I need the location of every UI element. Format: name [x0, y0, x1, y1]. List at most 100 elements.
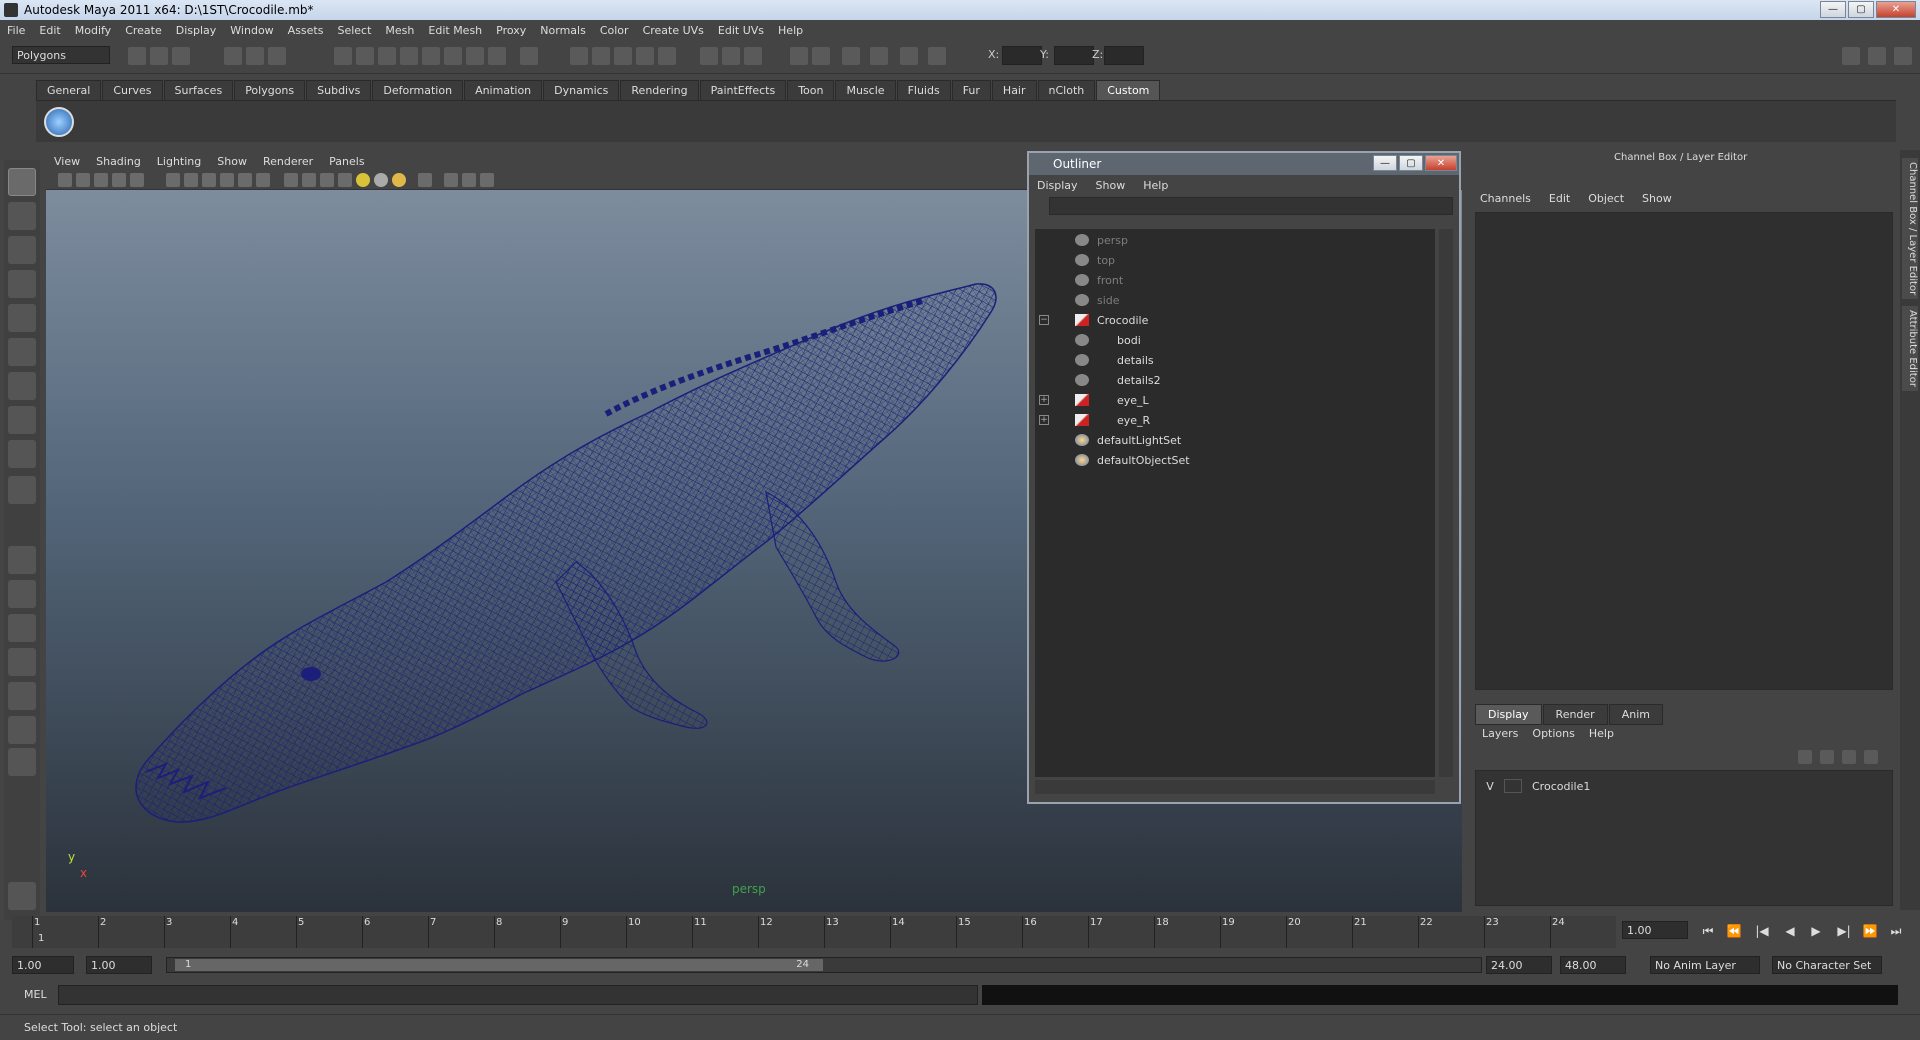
- menu-edit[interactable]: Edit: [32, 24, 67, 37]
- tool-settings-icon[interactable]: [790, 47, 808, 65]
- shelf-tab-fur[interactable]: Fur: [951, 80, 991, 100]
- cb-menu-edit[interactable]: Edit: [1549, 192, 1570, 205]
- hypershade-layout-icon[interactable]: [8, 682, 36, 710]
- outliner-close-button[interactable]: ✕: [1425, 155, 1457, 171]
- playback-end-field[interactable]: 24.00: [1486, 956, 1552, 974]
- shelf-tab-ncloth[interactable]: nCloth: [1037, 80, 1096, 100]
- close-button[interactable]: ✕: [1876, 1, 1916, 18]
- history-icon[interactable]: [444, 47, 462, 65]
- new-scene-icon[interactable]: [128, 47, 146, 65]
- single-pane-layout-icon[interactable]: [8, 546, 36, 574]
- list-item[interactable]: side: [1075, 291, 1120, 309]
- select-component-icon[interactable]: [268, 47, 286, 65]
- shelf-tab-dynamics[interactable]: Dynamics: [543, 80, 620, 100]
- render-view-icon[interactable]: [570, 47, 588, 65]
- shelf-tab-rendering[interactable]: Rendering: [620, 80, 699, 100]
- new-layer-selected-icon[interactable]: [1864, 750, 1878, 764]
- graph-editor-icon[interactable]: [870, 47, 888, 65]
- open-scene-icon[interactable]: [150, 47, 168, 65]
- cb-menu-channels[interactable]: Channels: [1480, 192, 1531, 205]
- side-tab-channel-box[interactable]: Channel Box / Layer Editor: [1902, 158, 1918, 300]
- collapse-toggle[interactable]: −: [1039, 315, 1049, 325]
- layer-tab-anim[interactable]: Anim: [1608, 704, 1663, 725]
- layer-tab-render[interactable]: Render: [1542, 704, 1608, 725]
- anim-layer-select[interactable]: No Anim Layer: [1650, 956, 1760, 974]
- manipulator-tool-icon[interactable]: [8, 372, 36, 400]
- menu-edit-mesh[interactable]: Edit Mesh: [421, 24, 489, 37]
- list-item[interactable]: details2: [1075, 371, 1161, 389]
- construction-history-icon[interactable]: [488, 47, 506, 65]
- expand-toggle[interactable]: +: [1039, 395, 1049, 405]
- layer-name[interactable]: Crocodile1: [1532, 780, 1590, 793]
- list-item[interactable]: defaultLightSet: [1075, 431, 1181, 449]
- outliner-menu-help[interactable]: Help: [1143, 179, 1168, 192]
- list-item[interactable]: top: [1075, 251, 1115, 269]
- menu-set-selector[interactable]: Polygons: [12, 46, 110, 64]
- list-item[interactable]: eye_R: [1075, 411, 1150, 429]
- menu-window[interactable]: Window: [223, 24, 280, 37]
- shelf-tab-fluids[interactable]: Fluids: [896, 80, 951, 100]
- numeric-input-icon[interactable]: [928, 47, 946, 65]
- x-input[interactable]: [1002, 46, 1042, 65]
- graph-layout-icon[interactable]: [8, 648, 36, 676]
- menu-file[interactable]: File: [0, 24, 32, 37]
- show-manipulator-icon[interactable]: [8, 440, 36, 468]
- shelf-tab-hair[interactable]: Hair: [991, 80, 1037, 100]
- check-icon[interactable]: [44, 107, 74, 137]
- show-tool-settings-icon[interactable]: [1868, 47, 1886, 65]
- maximize-button[interactable]: ▢: [1848, 1, 1874, 18]
- outliner-horizontal-scrollbar[interactable]: [1035, 780, 1435, 794]
- select-object-icon[interactable]: [246, 47, 264, 65]
- list-item[interactable]: defaultObjectSet: [1075, 451, 1190, 469]
- outliner-minimize-button[interactable]: —: [1373, 155, 1397, 171]
- z-input[interactable]: [1104, 46, 1144, 65]
- shelf-tab-curves[interactable]: Curves: [102, 80, 163, 100]
- menu-mesh[interactable]: Mesh: [378, 24, 421, 37]
- outliner-maximize-button[interactable]: ▢: [1399, 155, 1423, 171]
- channel-box-icon[interactable]: [900, 47, 918, 65]
- render-settings-icon[interactable]: [636, 47, 654, 65]
- shelf-tab-animation[interactable]: Animation: [464, 80, 543, 100]
- rotate-tool-icon[interactable]: [8, 304, 36, 332]
- shelf-tab-toon[interactable]: Toon: [787, 80, 835, 100]
- menu-normals[interactable]: Normals: [533, 24, 593, 37]
- list-item[interactable]: Crocodile: [1075, 311, 1148, 329]
- shelf-tab-surfaces[interactable]: Surfaces: [163, 80, 234, 100]
- shelf-tab-subdivs[interactable]: Subdivs: [306, 80, 372, 100]
- gesture-icon[interactable]: [8, 882, 36, 910]
- layer-visibility-toggle[interactable]: V: [1482, 780, 1498, 793]
- soft-mod-tool-icon[interactable]: [8, 406, 36, 434]
- list-item[interactable]: persp: [1075, 231, 1128, 249]
- snap-view-plane-icon[interactable]: [400, 47, 418, 65]
- character-set-select[interactable]: No Character Set: [1772, 956, 1882, 974]
- move-tool-icon[interactable]: [8, 270, 36, 298]
- snap-curve-icon[interactable]: [356, 47, 374, 65]
- expand-toggle[interactable]: +: [1039, 415, 1049, 425]
- menu-edit-uvs[interactable]: Edit UVs: [711, 24, 771, 37]
- step-forward-key-button[interactable]: ⏩: [1860, 924, 1880, 940]
- shelf-tab-muscle[interactable]: Muscle: [835, 80, 896, 100]
- time-slider[interactable]: 1 1 2 3 4 5 6 7 8 9 10 11 12 13 14 15 16…: [12, 916, 1616, 948]
- hypershade-icon[interactable]: [658, 47, 676, 65]
- step-forward-frame-button[interactable]: ▶|: [1834, 924, 1854, 940]
- layer-row[interactable]: V Crocodile1: [1476, 777, 1892, 795]
- select-hierarchy-icon[interactable]: [224, 47, 242, 65]
- new-layer-icon[interactable]: [1842, 750, 1856, 764]
- list-item[interactable]: details: [1075, 351, 1154, 369]
- make-live-icon[interactable]: [422, 47, 440, 65]
- animation-end-field[interactable]: 48.00: [1560, 956, 1626, 974]
- go-to-end-button[interactable]: ⏭: [1886, 924, 1906, 940]
- current-frame-field[interactable]: 1.00: [1622, 921, 1688, 939]
- ipr-render-icon[interactable]: [614, 47, 632, 65]
- snap-grid-icon[interactable]: [334, 47, 352, 65]
- show-channel-box-icon[interactable]: [1842, 47, 1860, 65]
- menu-modify[interactable]: Modify: [68, 24, 118, 37]
- shelf-tab-custom[interactable]: Custom: [1096, 80, 1161, 100]
- attribute-editor-icon[interactable]: [812, 47, 830, 65]
- channel-box-area[interactable]: [1475, 212, 1893, 690]
- select-tool-icon[interactable]: [8, 168, 36, 196]
- outliner-icon[interactable]: [842, 47, 860, 65]
- outliner-vertical-scrollbar[interactable]: [1439, 229, 1453, 777]
- y-input[interactable]: [1054, 46, 1094, 65]
- snap-point-icon[interactable]: [378, 47, 396, 65]
